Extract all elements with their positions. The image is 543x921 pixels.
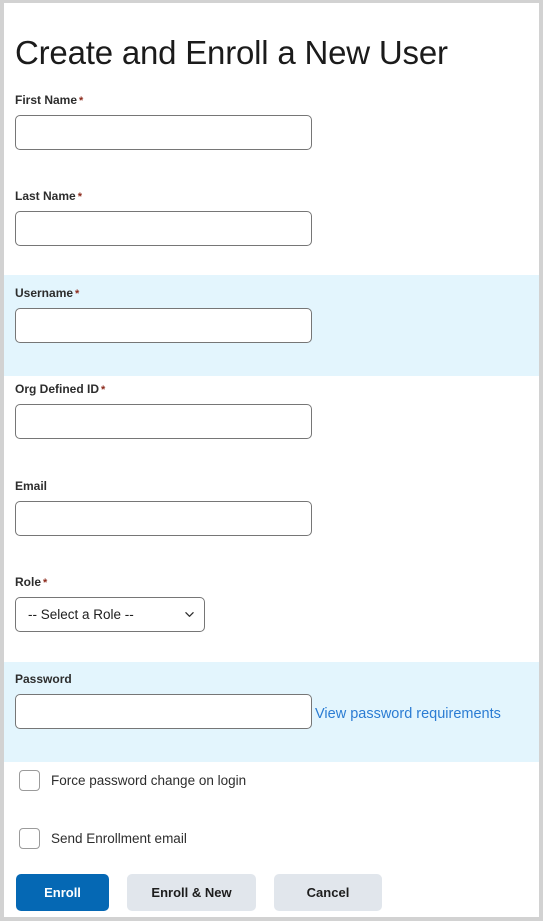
field-group-org-defined-id: Org Defined ID * xyxy=(15,382,312,439)
label-password-text: Password xyxy=(15,672,72,686)
label-role: Role * xyxy=(15,575,205,589)
enroll-and-new-button[interactable]: Enroll & New xyxy=(127,874,256,911)
required-asterisk-role: * xyxy=(43,577,48,589)
label-first-name: First Name * xyxy=(15,93,312,107)
field-group-password: Password xyxy=(15,672,312,729)
required-asterisk-username: * xyxy=(75,288,80,300)
page-inner: Create and Enroll a New User First Name *… xyxy=(4,3,539,917)
page-title: Create and Enroll a New User xyxy=(15,34,448,72)
force-password-change-label: Force password change on login xyxy=(51,773,247,788)
enroll-button[interactable]: Enroll xyxy=(16,874,109,911)
label-org-defined-id: Org Defined ID * xyxy=(15,382,312,396)
required-asterisk-last-name: * xyxy=(77,191,82,203)
label-last-name: Last Name * xyxy=(15,189,312,203)
label-last-name-text: Last Name xyxy=(15,189,76,203)
org-defined-id-input[interactable] xyxy=(15,404,312,439)
label-password: Password xyxy=(15,672,312,686)
field-group-username: Username * xyxy=(15,286,312,343)
password-input[interactable] xyxy=(15,694,312,729)
role-select-value: -- Select a Role -- xyxy=(28,607,134,622)
form-action-bar: Enroll Enroll & New Cancel xyxy=(16,874,382,911)
send-enrollment-email-checkbox[interactable] xyxy=(19,828,40,849)
email-input[interactable] xyxy=(15,501,312,536)
label-role-text: Role xyxy=(15,575,42,589)
username-input[interactable] xyxy=(15,308,312,343)
view-password-requirements-link[interactable]: View password requirements xyxy=(315,704,501,724)
label-email-text: Email xyxy=(15,479,48,493)
last-name-input[interactable] xyxy=(15,211,312,246)
field-group-last-name: Last Name * xyxy=(15,189,312,246)
field-group-first-name: First Name * xyxy=(15,93,312,150)
label-username-text: Username xyxy=(15,286,74,300)
checkbox-row-force-password-change[interactable]: Force password change on login xyxy=(19,770,246,791)
first-name-input[interactable] xyxy=(15,115,312,150)
role-select[interactable]: -- Select a Role -- xyxy=(15,597,205,632)
label-email: Email xyxy=(15,479,312,493)
label-org-defined-id-text: Org Defined ID xyxy=(15,382,100,396)
required-asterisk-first-name: * xyxy=(79,95,84,107)
checkbox-row-send-enrollment-email[interactable]: Send Enrollment email xyxy=(19,828,187,849)
field-group-role: Role * -- Select a Role -- xyxy=(15,575,205,632)
label-first-name-text: First Name xyxy=(15,93,78,107)
send-enrollment-email-label: Send Enrollment email xyxy=(51,831,187,846)
role-select-wrapper: -- Select a Role -- xyxy=(15,597,205,632)
create-enroll-user-page: Create and Enroll a New User First Name *… xyxy=(0,0,543,921)
label-username: Username * xyxy=(15,286,312,300)
field-group-email: Email xyxy=(15,479,312,536)
required-asterisk-org-defined-id: * xyxy=(101,384,106,396)
force-password-change-checkbox[interactable] xyxy=(19,770,40,791)
cancel-button[interactable]: Cancel xyxy=(274,874,382,911)
